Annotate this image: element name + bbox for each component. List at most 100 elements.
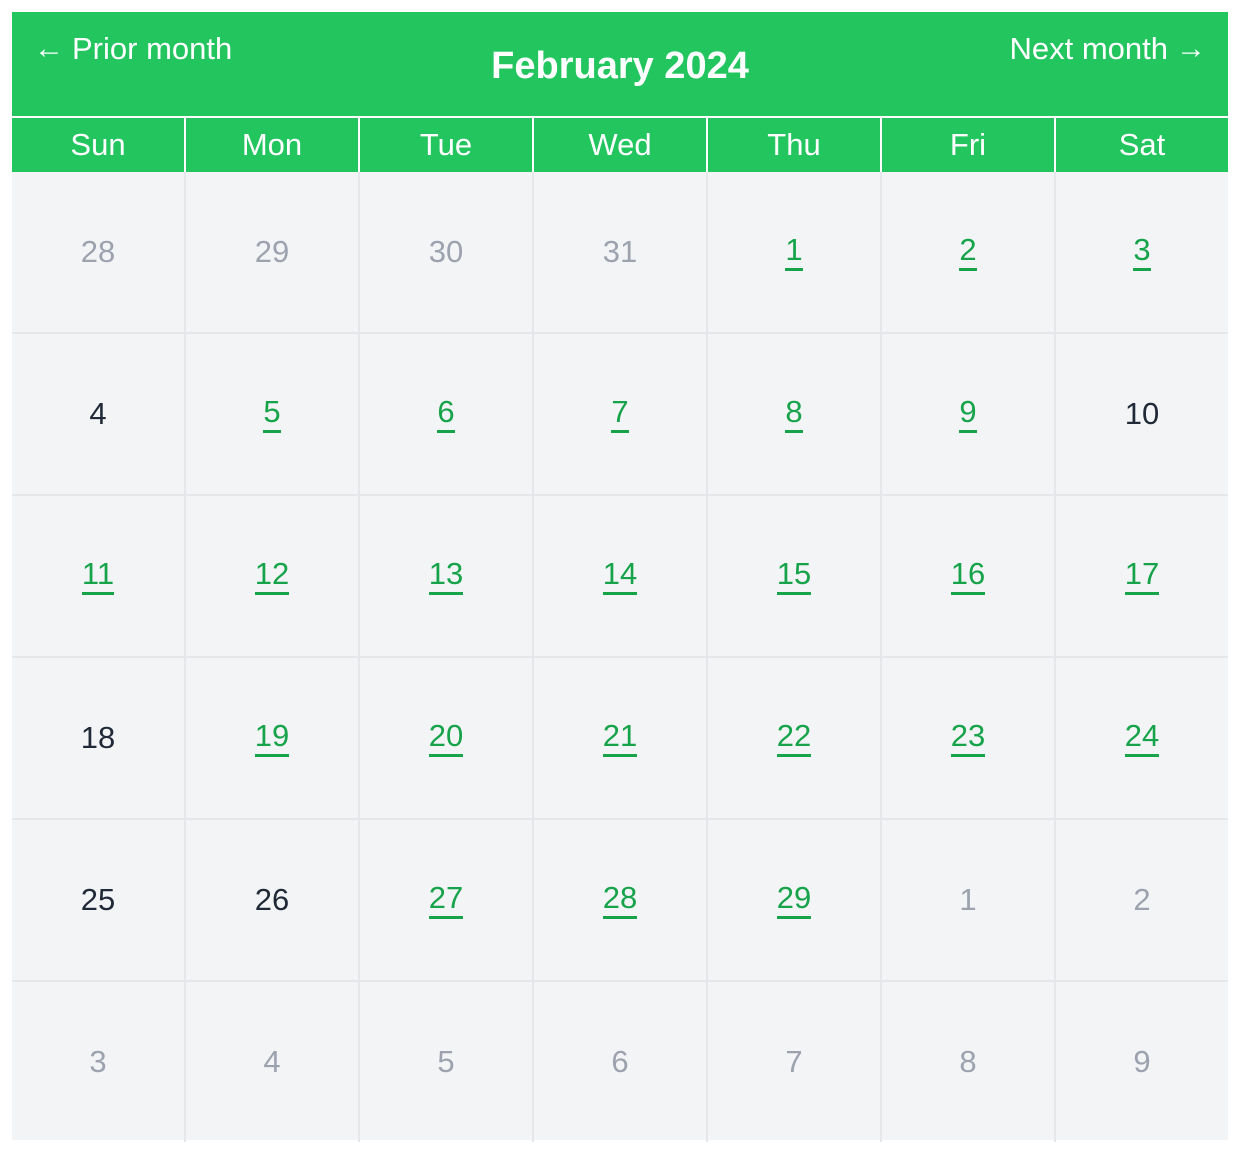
day-cell[interactable]: 11 <box>12 496 184 656</box>
day-link[interactable]: 19 <box>254 719 290 757</box>
day-link[interactable]: 12 <box>254 557 290 595</box>
day-link[interactable]: 14 <box>602 557 638 595</box>
week-row: 18 19 20 21 22 23 24 <box>12 656 1228 818</box>
day-cell-outside-month: 8 <box>880 982 1054 1142</box>
day-link[interactable]: 15 <box>776 557 812 595</box>
week-row: 28 29 30 31 1 2 3 <box>12 172 1228 332</box>
day-link[interactable]: 29 <box>776 881 812 919</box>
week-row: 25 26 27 28 29 1 2 <box>12 818 1228 980</box>
week-row: 3 4 5 6 7 8 9 <box>12 980 1228 1142</box>
day-link[interactable]: 3 <box>1133 233 1151 271</box>
day-cell-outside-month: 4 <box>184 982 358 1142</box>
day-cell[interactable]: 19 <box>184 658 358 818</box>
day-number: 4 <box>263 1044 281 1079</box>
weekday-header-row: Sun Mon Tue Wed Thu Fri Sat <box>12 116 1228 172</box>
week-row: 11 12 13 14 15 16 17 <box>12 494 1228 656</box>
day-cell-outside-month: 30 <box>358 172 532 332</box>
day-link[interactable]: 20 <box>428 719 464 757</box>
day-number: 5 <box>437 1044 455 1079</box>
day-number: 1 <box>959 882 977 917</box>
day-cell: 25 <box>12 820 184 980</box>
weekday-sun: Sun <box>70 127 126 162</box>
day-cell[interactable]: 27 <box>358 820 532 980</box>
day-cell[interactable]: 21 <box>532 658 706 818</box>
day-number: 2 <box>1133 882 1151 917</box>
weekday-tue: Tue <box>358 118 532 172</box>
day-link[interactable]: 21 <box>602 719 638 757</box>
day-cell[interactable]: 22 <box>706 658 880 818</box>
calendar-header: ← Prior month February 2024 Next month → <box>12 12 1228 116</box>
day-cell-outside-month: 31 <box>532 172 706 332</box>
day-link[interactable]: 1 <box>785 233 803 271</box>
day-link[interactable]: 11 <box>81 557 115 595</box>
day-cell[interactable]: 13 <box>358 496 532 656</box>
day-number: 7 <box>785 1044 803 1079</box>
arrow-right-icon: → <box>1176 32 1206 65</box>
day-cell: 4 <box>12 334 184 494</box>
day-link[interactable]: 5 <box>263 395 281 433</box>
day-number: 6 <box>611 1044 629 1079</box>
day-number: 9 <box>1133 1044 1151 1079</box>
day-cell[interactable]: 5 <box>184 334 358 494</box>
day-cell-outside-month: 3 <box>12 982 184 1142</box>
day-link[interactable]: 16 <box>950 557 986 595</box>
next-month-label: Next month <box>1009 31 1168 66</box>
day-link[interactable]: 28 <box>602 881 638 919</box>
day-cell: 10 <box>1054 334 1228 494</box>
next-month-link[interactable]: Next month → <box>1009 31 1206 67</box>
day-link[interactable]: 22 <box>776 719 812 757</box>
weekday-wed: Wed <box>532 118 706 172</box>
day-link[interactable]: 7 <box>611 395 629 433</box>
day-link[interactable]: 17 <box>1124 557 1160 595</box>
calendar-grid: 28 29 30 31 1 2 3 4 5 6 7 8 9 10 11 12 13 14 15 16 17 18 19 20 2… <box>12 172 1228 1142</box>
day-link[interactable]: 24 <box>1124 719 1160 757</box>
day-cell[interactable]: 6 <box>358 334 532 494</box>
day-number: 8 <box>959 1044 977 1079</box>
day-cell-outside-month: 2 <box>1054 820 1228 980</box>
day-cell[interactable]: 8 <box>706 334 880 494</box>
day-cell[interactable]: 24 <box>1054 658 1228 818</box>
day-number: 31 <box>602 234 638 269</box>
day-cell[interactable]: 17 <box>1054 496 1228 656</box>
day-number: 29 <box>254 234 290 269</box>
day-cell[interactable]: 15 <box>706 496 880 656</box>
day-cell[interactable]: 1 <box>706 172 880 332</box>
weekday-fri: Fri <box>880 118 1054 172</box>
day-cell-outside-month: 5 <box>358 982 532 1142</box>
day-cell-outside-month: 6 <box>532 982 706 1142</box>
day-cell-outside-month: 1 <box>880 820 1054 980</box>
day-cell[interactable]: 7 <box>532 334 706 494</box>
day-cell: 26 <box>184 820 358 980</box>
day-link[interactable]: 6 <box>437 395 455 433</box>
day-number: 10 <box>1124 396 1160 431</box>
day-cell-outside-month: 7 <box>706 982 880 1142</box>
day-link[interactable]: 2 <box>959 233 977 271</box>
day-link[interactable]: 9 <box>959 395 977 433</box>
day-link[interactable]: 8 <box>785 395 803 433</box>
day-cell[interactable]: 20 <box>358 658 532 818</box>
day-number: 30 <box>428 234 464 269</box>
day-link[interactable]: 23 <box>950 719 986 757</box>
calendar: ← Prior month February 2024 Next month →… <box>12 12 1228 1142</box>
day-number: 4 <box>89 396 107 431</box>
day-link[interactable]: 13 <box>428 557 464 595</box>
weekday-sat: Sat <box>1054 118 1228 172</box>
day-number: 26 <box>254 882 290 917</box>
day-cell[interactable]: 12 <box>184 496 358 656</box>
day-cell-outside-month: 9 <box>1054 982 1228 1142</box>
day-link[interactable]: 27 <box>428 881 464 919</box>
day-cell[interactable]: 16 <box>880 496 1054 656</box>
day-cell[interactable]: 9 <box>880 334 1054 494</box>
weekday-thu: Thu <box>706 118 880 172</box>
day-cell[interactable]: 3 <box>1054 172 1228 332</box>
day-cell[interactable]: 2 <box>880 172 1054 332</box>
day-cell: 18 <box>12 658 184 818</box>
day-cell[interactable]: 23 <box>880 658 1054 818</box>
day-number: 28 <box>80 234 116 269</box>
day-cell[interactable]: 14 <box>532 496 706 656</box>
day-cell[interactable]: 29 <box>706 820 880 980</box>
day-cell[interactable]: 28 <box>532 820 706 980</box>
day-cell-outside-month: 28 <box>12 172 184 332</box>
day-number: 18 <box>80 720 116 755</box>
week-row: 4 5 6 7 8 9 10 <box>12 332 1228 494</box>
